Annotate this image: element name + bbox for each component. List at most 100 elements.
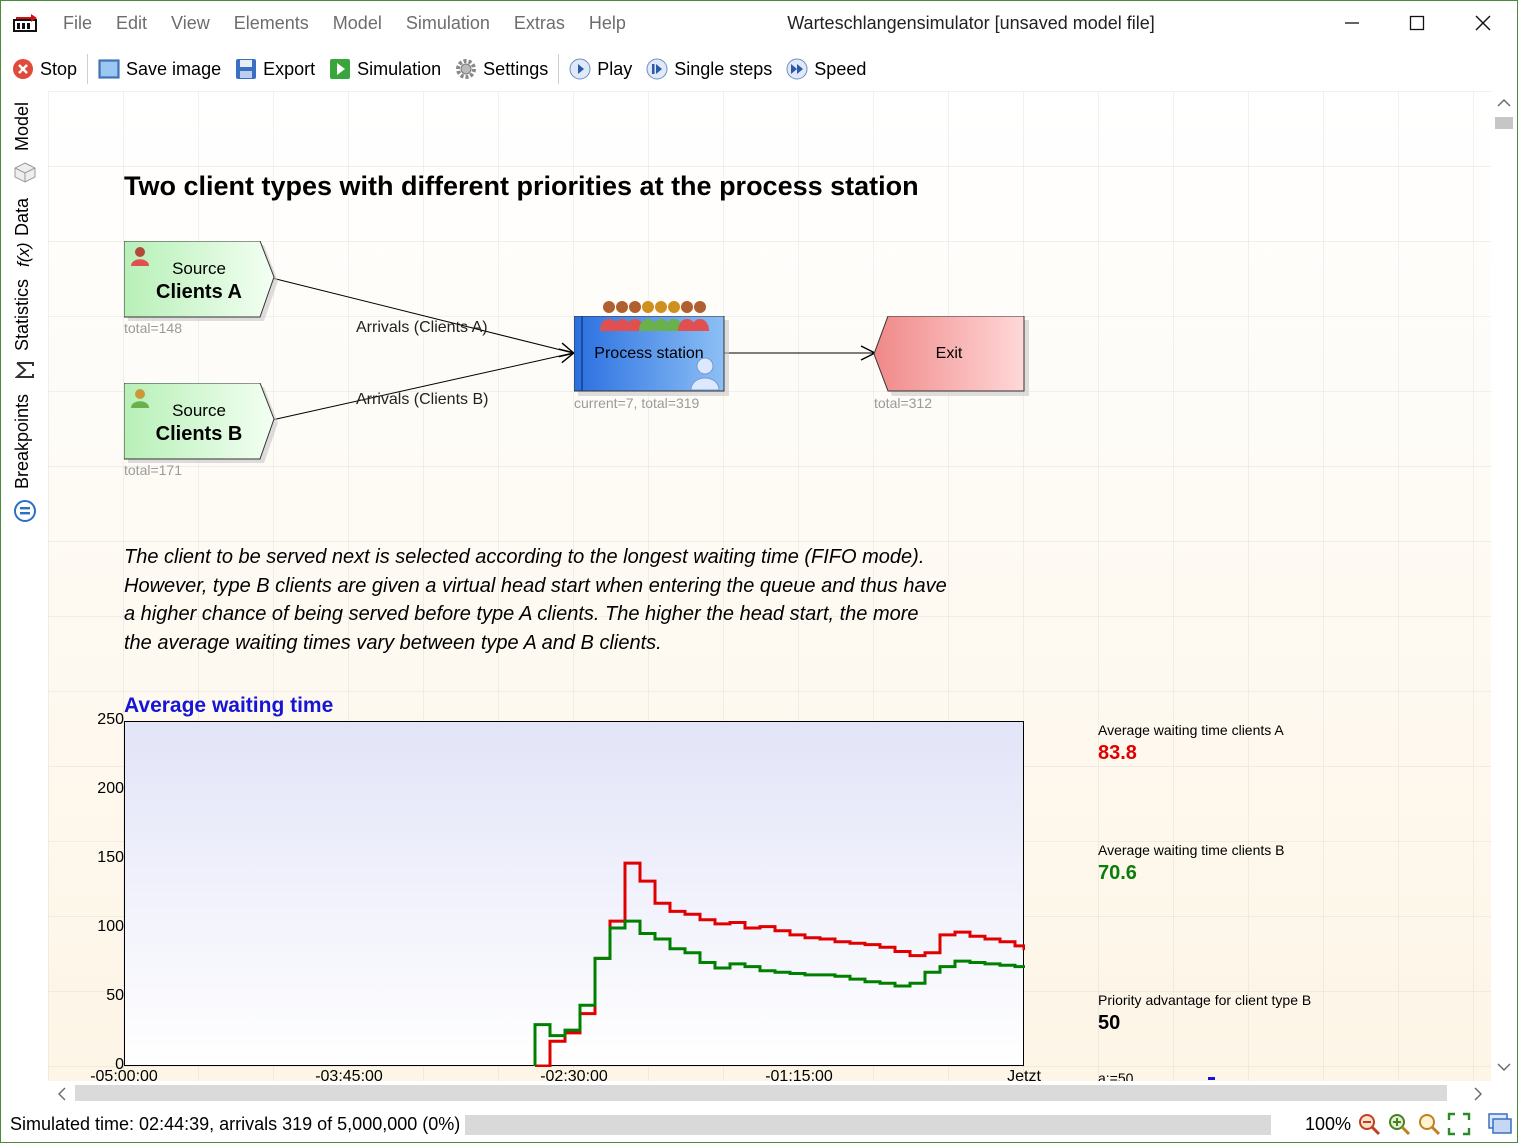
play-button[interactable]: Play [562,52,639,86]
zoom-level: 100% [1305,1114,1352,1134]
speed-button[interactable]: Speed [779,52,873,86]
toolbar-separator [87,54,89,84]
source-b-name: Clients B [155,423,243,445]
process-info: current=7, total=319 [574,395,700,411]
zoom-out-icon[interactable] [1357,1112,1381,1136]
single-steps-button[interactable]: Single steps [639,52,779,86]
source-b-info: total=171 [124,462,182,478]
stop-icon [13,59,33,79]
model-description: The client to be served next is selected… [124,543,1024,657]
horizontal-scroll-thumb[interactable] [75,1085,1447,1101]
simulation-status: Simulated time: 02:44:39, arrivals 319 o… [10,1114,461,1134]
image-icon [98,59,120,79]
play-label: Play [597,58,633,79]
tab-statistics[interactable]: Statistics [12,279,33,351]
sigma-icon [15,362,34,378]
play-green-icon [330,59,351,79]
priority-value: 50 [1098,1012,1121,1034]
simulation-progress [465,1115,1271,1135]
menu-view[interactable]: View [159,13,222,34]
single-steps-label: Single steps [674,58,773,79]
operator-icon [690,357,720,390]
vertical-scrollbar[interactable] [1491,91,1517,1081]
source-clients-b[interactable]: Source Clients B [124,383,278,463]
edge-arrivals-b[interactable] [271,353,573,421]
description-line: the average waiting times vary between t… [124,631,662,654]
save-image-button[interactable]: Save image [91,52,228,86]
stop-button[interactable]: Stop [5,52,84,86]
settings-label: Settings [483,58,549,79]
average-waiting-time-chart [124,721,1025,1067]
source-a-name: Clients A [156,281,242,303]
scroll-left-icon[interactable] [56,1086,68,1102]
source-clients-a[interactable]: Source Clients A [124,241,278,321]
export-button[interactable]: Export [228,52,322,86]
source-a-info: total=148 [124,320,182,336]
x-tick-label: Jetzt [1007,1068,1041,1081]
scroll-up-icon[interactable] [1496,97,1512,109]
menu-simulation[interactable]: Simulation [394,13,502,34]
speed-label: Speed [814,58,867,79]
model-canvas[interactable]: Two client types with different prioriti… [48,91,1491,1081]
edge-label-b: Arrivals (Clients B) [356,391,489,408]
menu-model[interactable]: Model [321,13,394,34]
chart-plot-area [124,721,1024,1066]
close-button[interactable] [1457,7,1509,39]
model-cube-icon [14,162,36,183]
exit-label: Exit [935,345,963,362]
stat-b-label: Average waiting time clients B [1098,842,1285,858]
menu-elements[interactable]: Elements [222,13,321,34]
scroll-down-icon[interactable] [1496,1061,1512,1073]
horizontal-scrollbar[interactable] [48,1081,1491,1105]
export-label: Export [263,58,316,79]
breakpoint-icon [14,500,36,522]
zoom-in-icon[interactable] [1387,1112,1411,1136]
function-icon: f(x) [14,242,33,267]
app-window: File Edit View Elements Model Simulation… [0,0,1518,1143]
description-line: a higher chance of being served before t… [124,603,919,625]
scroll-right-icon[interactable] [1472,1086,1484,1102]
priority-slider[interactable] [1208,1077,1215,1080]
exit-element[interactable]: Exit [874,316,1029,396]
stat-a-value: 83.8 [1098,742,1137,764]
queue-clients-icon [600,301,709,331]
priority-label: Priority advantage for client type B [1098,992,1312,1008]
menu-bar: File Edit View Elements Model Simulation… [51,13,638,34]
minimize-button[interactable] [1326,7,1378,39]
x-tick-label: -02:30:00 [540,1068,608,1081]
stat-a-label: Average waiting time clients A [1098,722,1284,738]
menu-file[interactable]: File [51,13,104,34]
floppy-disk-icon [236,59,257,79]
vertical-scroll-thumb[interactable] [1495,117,1513,129]
y-tick-label: 50 [106,987,124,1004]
fast-forward-icon [786,58,808,80]
maximize-button[interactable] [1391,7,1443,39]
toolbar-separator [558,54,560,84]
tab-model[interactable]: Model [12,102,33,151]
tab-breakpoints[interactable]: Breakpoints [12,394,33,489]
zoom-reset-icon[interactable] [1417,1112,1441,1136]
source-a-type: Source [172,259,226,278]
menu-help[interactable]: Help [577,13,638,34]
chart-title: Average waiting time [124,694,334,717]
minimize-icon [1345,22,1359,24]
y-tick-label: 100 [97,918,124,935]
y-tick-label: 250 [97,711,124,728]
edge-label-a: Arrivals (Clients A) [356,319,488,336]
close-icon [1475,15,1491,31]
play-icon [569,58,591,80]
tab-data[interactable]: Data [12,198,33,236]
gear-icon [456,59,477,79]
stop-label: Stop [40,58,78,79]
navigator-icon[interactable] [1487,1112,1513,1136]
menu-edit[interactable]: Edit [104,13,159,34]
edge-arrivals-a[interactable] [271,277,573,353]
x-tick-label: -03:45:00 [315,1068,383,1081]
simulation-button[interactable]: Simulation [322,52,448,86]
stat-b-value: 70.6 [1098,862,1137,884]
side-tab-bar: Model Data f(x) Statistics Breakpoints [1,91,47,1106]
fit-to-window-icon[interactable] [1447,1112,1471,1136]
description-line: However, type B clients are given a virt… [124,574,947,597]
settings-button[interactable]: Settings [448,52,555,86]
menu-extras[interactable]: Extras [502,13,577,34]
